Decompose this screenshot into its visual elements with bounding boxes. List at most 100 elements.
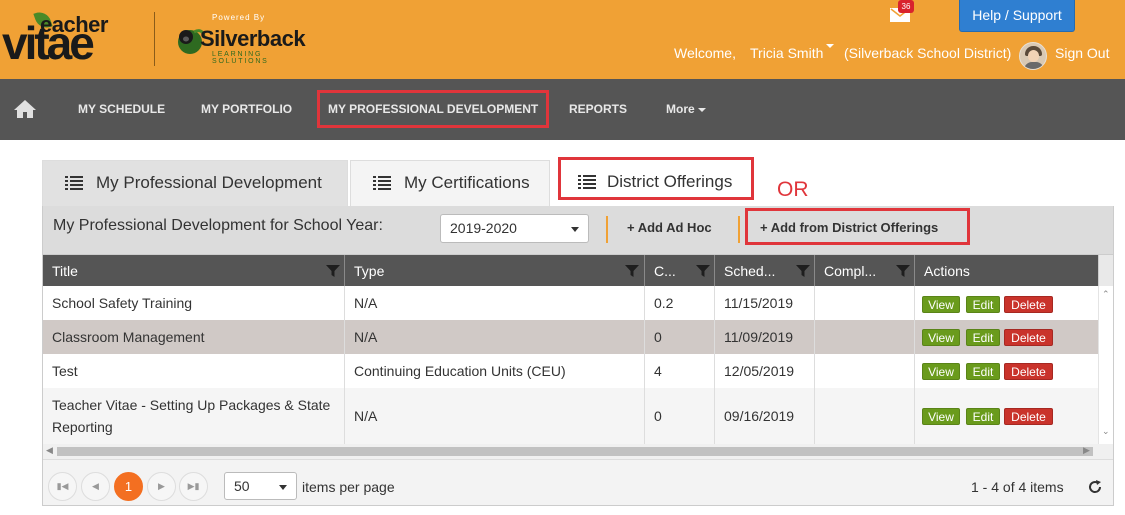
partner-subtitle: LEARNING SOLUTIONS [212, 51, 269, 65]
cell-type: N/A [345, 286, 645, 320]
last-page-button[interactable]: ▶▮ [179, 472, 208, 501]
column-type-label: Type [354, 263, 385, 279]
page-size-select[interactable]: 50 [224, 472, 297, 500]
delete-button[interactable]: Delete [1004, 408, 1053, 425]
scroll-left-icon[interactable]: ◀ [46, 445, 53, 456]
cell-scheduled: 11/15/2019 [715, 286, 815, 320]
chevron-down-icon [697, 107, 706, 112]
items-per-page-label: items per page [302, 479, 395, 495]
cell-completed [815, 286, 915, 320]
school-year-select[interactable]: 2019-2020 [440, 214, 589, 243]
teacher-vitae-logo[interactable]: eacher vitae [2, 6, 142, 68]
powered-by-text: Powered By [212, 13, 266, 22]
pager: ▮◀ ◀ 1 ▶ ▶▮ 50 items per page 1 - 4 of 4… [43, 459, 1113, 505]
home-icon[interactable] [13, 99, 37, 119]
cell-credits: 0 [645, 320, 715, 354]
edit-button[interactable]: Edit [966, 363, 1000, 380]
silverback-logo: Powered By Silverback LEARNING SOLUTIONS [170, 10, 320, 65]
nav-my-portfolio[interactable]: MY PORTFOLIO [201, 79, 292, 140]
top-header: eacher vitae Powered By Silverback LEARN… [0, 0, 1125, 79]
filter-icon[interactable] [896, 264, 910, 278]
refresh-icon[interactable] [1087, 479, 1103, 495]
delete-button[interactable]: Delete [1004, 329, 1053, 346]
edit-button[interactable]: Edit [966, 408, 1000, 425]
vertical-scrollbar[interactable]: ⌃ ⌄ [1098, 286, 1113, 444]
next-page-button[interactable]: ▶ [147, 472, 176, 501]
add-ad-hoc-button[interactable]: + Add Ad Hoc [627, 220, 712, 235]
list-icon [65, 176, 83, 190]
cell-type: N/A [345, 388, 645, 444]
scroll-down-icon[interactable]: ⌄ [1102, 426, 1110, 437]
cell-title: Test [43, 354, 345, 388]
tab-my-professional-development[interactable]: My Professional Development [42, 160, 348, 206]
help-support-button[interactable]: Help / Support [959, 0, 1075, 32]
nav-more-label: More [666, 102, 695, 116]
filter-icon[interactable] [796, 264, 810, 278]
edit-button[interactable]: Edit [966, 329, 1000, 346]
view-button[interactable]: View [922, 296, 960, 313]
prev-page-button[interactable]: ◀ [81, 472, 110, 501]
welcome-text: Welcome, [674, 45, 736, 61]
district-name: (Silverback School District) [844, 45, 1012, 61]
edit-button[interactable]: Edit [966, 296, 1000, 313]
table-row[interactable]: Teacher Vitae - Setting Up Packages & St… [43, 388, 1098, 444]
filter-icon[interactable] [625, 264, 639, 278]
scrollbar-thumb[interactable] [57, 447, 1093, 456]
grid-header-spacer [1098, 255, 1113, 286]
delete-button[interactable]: Delete [1004, 363, 1053, 380]
sign-out-link[interactable]: Sign Out [1055, 44, 1109, 62]
table-row[interactable]: School Safety Training N/A 0.2 11/15/201… [43, 286, 1098, 320]
partner-name: Silverback [200, 26, 306, 51]
avatar[interactable] [1019, 42, 1047, 70]
user-menu[interactable]: Tricia Smith [750, 44, 835, 62]
cell-scheduled: 09/16/2019 [715, 388, 815, 444]
column-title-label: Title [52, 263, 78, 279]
view-button[interactable]: View [922, 408, 960, 425]
scroll-right-icon[interactable]: ▶ [1083, 445, 1090, 456]
view-button[interactable]: View [922, 329, 960, 346]
column-credits-label: C... [654, 263, 676, 279]
table-row[interactable]: Test Continuing Education Units (CEU) 4 … [43, 354, 1098, 388]
toolbar-divider [606, 216, 608, 243]
column-header-actions: Actions [915, 255, 1098, 286]
horizontal-scrollbar[interactable]: ◀ ▶ [43, 444, 1113, 459]
column-header-type[interactable]: Type [345, 255, 645, 286]
nav-my-professional-development[interactable]: MY PROFESSIONAL DEVELOPMENT [316, 90, 550, 128]
nav-reports[interactable]: REPORTS [569, 79, 627, 140]
tab-my-certifications[interactable]: My Certifications [350, 160, 550, 206]
main-nav: MY SCHEDULE MY PORTFOLIO MY PROFESSIONAL… [0, 79, 1125, 140]
table-row[interactable]: Classroom Management N/A 0 11/09/2019 Vi… [43, 320, 1098, 354]
logo-divider [154, 12, 155, 66]
grid-header: Title Type C... Sched... Compl... Action… [43, 255, 1098, 286]
cell-credits: 4 [645, 354, 715, 388]
cell-type: N/A [345, 320, 645, 354]
first-page-button[interactable]: ▮◀ [48, 472, 77, 501]
page-button-current[interactable]: 1 [114, 472, 143, 501]
filter-icon[interactable] [696, 264, 710, 278]
view-button[interactable]: View [922, 363, 960, 380]
toolbar-divider [738, 216, 740, 243]
nav-more[interactable]: More [666, 79, 706, 140]
logo-text-main: vitae [2, 17, 95, 69]
cell-scheduled: 11/09/2019 [715, 320, 815, 354]
nav-my-schedule[interactable]: MY SCHEDULE [78, 79, 165, 140]
chevron-down-icon [279, 485, 287, 490]
cell-credits: 0.2 [645, 286, 715, 320]
chevron-down-icon [826, 44, 835, 48]
chevron-down-icon [571, 227, 579, 232]
column-header-title[interactable]: Title [43, 255, 345, 286]
filter-icon[interactable] [326, 264, 340, 278]
tab-label: My Professional Development [96, 173, 322, 192]
school-year-label: My Professional Development for School Y… [53, 217, 383, 234]
cell-completed [815, 354, 915, 388]
user-name: Tricia Smith [750, 45, 824, 61]
pd-grid: Title Type C... Sched... Compl... Action… [42, 254, 1114, 506]
page-size-value: 50 [234, 478, 250, 494]
tab-label: My Certifications [404, 173, 530, 192]
column-scheduled-label: Sched... [724, 263, 776, 279]
delete-button[interactable]: Delete [1004, 296, 1053, 313]
scroll-up-icon[interactable]: ⌃ [1102, 289, 1110, 300]
avatar-face [1028, 50, 1039, 62]
cell-credits: 0 [645, 388, 715, 444]
avatar-shirt [1024, 62, 1044, 69]
